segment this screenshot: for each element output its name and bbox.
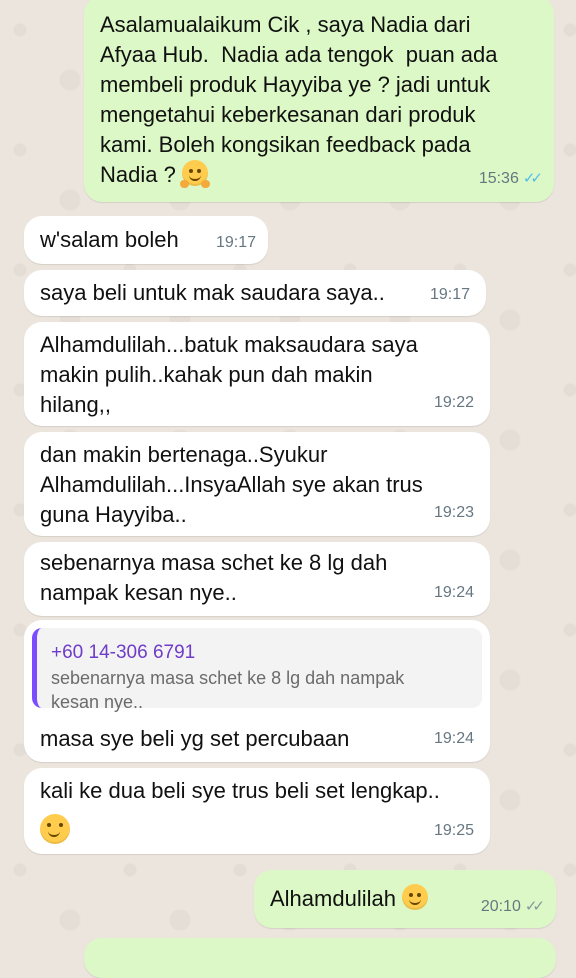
message-text: Alhamdulilah — [270, 886, 403, 911]
message-bubble-outgoing[interactable]: Alhamdulilah 20:10 ✓✓ — [254, 870, 556, 928]
quoted-message[interactable]: +60 14-306 6791 sebenarnya masa schet ke… — [32, 628, 482, 712]
message-time: 19:17 — [429, 286, 470, 303]
message-text: Alhamdulilah...batuk maksaudara saya mak… — [40, 332, 418, 417]
smiling-face-emoji-icon — [402, 884, 429, 910]
message-bubble-outgoing-partial[interactable] — [84, 938, 556, 978]
message-text: saya beli untuk mak saudara saya.. — [40, 280, 385, 305]
message-text: w'salam boleh — [40, 227, 179, 252]
message-bubble-outgoing[interactable]: Asalamualaikum Cik , saya Nadia dari Afy… — [84, 0, 554, 202]
smiling-face-emoji-icon — [40, 814, 70, 844]
delivered-receipt-icon: ✓✓ — [524, 898, 545, 915]
message-text: sebenarnya masa schet ke 8 lg dah nampak… — [40, 550, 388, 605]
message-text: kali ke dua beli sye trus beli set lengk… — [40, 778, 440, 803]
message-time: 19:17 — [215, 234, 256, 251]
message-bubble-incoming[interactable]: sebenarnya masa schet ke 8 lg dah nampak… — [24, 542, 490, 616]
message-bubble-incoming[interactable]: w'salam boleh 19:17 — [24, 216, 268, 264]
message-bubble-incoming[interactable]: saya beli untuk mak saudara saya.. 19:17 — [24, 270, 486, 316]
quoted-text: sebenarnya masa schet ke 8 lg dah nampak… — [51, 668, 405, 712]
message-time: 15:36 ✓✓ — [478, 170, 543, 187]
message-time: 20:10 ✓✓ — [480, 898, 545, 915]
message-time: 19:25 — [433, 822, 474, 839]
quoted-sender: +60 14-306 6791 — [51, 642, 196, 663]
message-bubble-incoming[interactable]: kali ke dua beli sye trus beli set lengk… — [24, 768, 490, 854]
message-time: 19:22 — [433, 394, 474, 411]
read-receipt-icon: ✓✓ — [522, 170, 543, 187]
message-bubble-incoming[interactable]: Alhamdulilah...batuk maksaudara saya mak… — [24, 322, 490, 426]
message-time: 19:24 — [433, 730, 474, 747]
message-time: 19:24 — [433, 584, 474, 601]
message-text: dan makin bertenaga..Syukur Alhamdulilah… — [40, 442, 423, 527]
message-bubble-incoming-reply[interactable]: +60 14-306 6791 sebenarnya masa schet ke… — [24, 620, 490, 762]
hugging-face-emoji-icon — [179, 160, 210, 188]
message-text: masa sye beli yg set percubaan — [40, 726, 350, 751]
message-text: Asalamualaikum Cik , saya Nadia dari Afy… — [100, 12, 498, 187]
message-time: 19:23 — [433, 504, 474, 521]
message-bubble-incoming[interactable]: dan makin bertenaga..Syukur Alhamdulilah… — [24, 432, 490, 536]
